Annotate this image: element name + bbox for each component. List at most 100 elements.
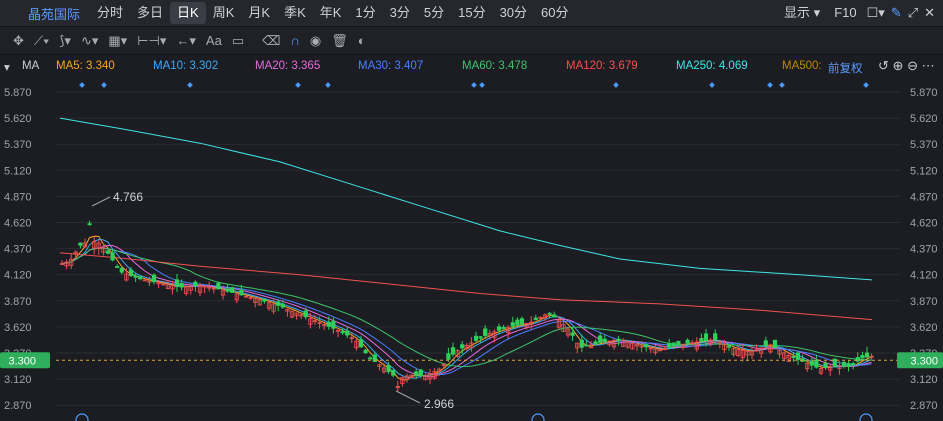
y-tick-label: 4.870 [4,191,32,203]
wave-tool-icon[interactable]: ∿▾ [76,33,103,49]
candle-body [496,326,502,331]
reset-icon[interactable]: ↺ [878,58,889,73]
y-tick-label: 4.870 [910,191,938,203]
candle-body [363,349,368,354]
f10-button[interactable]: F10 [827,2,863,24]
checkbox-icon[interactable]: ☐▾ [867,5,885,21]
ma-indicator-bar: ▾ MA MA5: 3.340 MA10: 3.302 MA20: 3.365 MA3… [0,55,943,78]
period-tab-3[interactable]: 周K [206,2,242,24]
period-tab-6[interactable]: 年K [313,2,349,24]
eye-icon[interactable]: ◉ [305,33,326,49]
event-marker-icon [101,82,107,88]
period-tab-8[interactable]: 3分 [383,2,417,24]
dividend-marker-icon [859,413,873,421]
magnet-icon[interactable]: ∩ [286,33,305,48]
candle-body [584,344,589,347]
period-tab-4[interactable]: 月K [241,2,277,24]
period-tab-10[interactable]: 15分 [451,2,492,24]
adjust-dropdown[interactable]: 前复权 [828,60,863,76]
y-tick-label: 3.870 [910,296,938,308]
close-icon[interactable]: ✕ [924,5,935,21]
event-marker-icon [613,82,619,88]
candle-body [667,342,672,348]
polyline-tool-icon[interactable]: ⟆▾ [54,33,76,49]
period-tab-1[interactable]: 多日 [130,2,170,24]
candle-body [280,303,285,308]
y-tick-label: 3.120 [4,374,32,386]
candle-body [570,332,575,336]
more-icon[interactable]: ⋯ [922,58,935,73]
period-tab-12[interactable]: 60分 [534,2,575,24]
candle-body [713,333,718,340]
candlesticks [59,220,874,392]
toggle-icon[interactable]: ◐ [353,33,371,48]
ma-legend-5: MA120: 3.679 [566,60,638,72]
expand-icon[interactable]: ⤢ [908,5,918,21]
candle-body [193,281,198,287]
low-pointer [395,390,421,404]
high-label: 4.766 [113,190,143,204]
candle-body [138,276,143,280]
candle-body [685,339,690,344]
event-marker-icon [79,82,85,88]
candle-body [533,317,538,321]
candle-body [119,267,124,273]
y-tick-label: 4.370 [910,244,938,256]
event-markers [75,82,873,421]
arrow-tool-icon[interactable]: ←▾ [171,33,201,49]
period-tab-7[interactable]: 1分 [348,2,382,24]
period-tab-9[interactable]: 5分 [417,2,451,24]
pen-icon[interactable]: ✎ [891,5,902,21]
y-tick-label: 5.120 [4,165,32,177]
candle-body [174,279,180,288]
collapse-icon[interactable]: ▾ [4,60,10,74]
eraser-icon[interactable]: ⌫ [257,33,285,49]
add-icon[interactable]: ⊕ [893,58,904,73]
period-tab-11[interactable]: 30分 [493,2,534,24]
candle-body [791,356,796,359]
y-tick-label: 4.120 [910,270,938,282]
ma250-line [59,117,873,281]
ma-line-0 [61,235,872,381]
high-pointer [91,196,111,207]
trash-icon[interactable]: 🗑 [326,33,353,49]
stock-name[interactable]: 晶苑国际 [0,4,90,23]
candle-body [823,362,828,368]
candle-body [216,282,221,290]
current-price-left: 3.300 [8,355,36,367]
candle-body [510,322,515,327]
gann-tool-icon[interactable]: ▦▾ [103,33,132,49]
candle-body [414,371,419,376]
y-tick-label: 2.870 [910,400,938,412]
ma-label: MA [22,60,40,72]
candle-body [547,312,552,315]
move-icon[interactable]: ✥ [8,33,29,49]
candle-body [230,287,235,293]
event-marker-icon [779,82,785,88]
y-tick-label: 5.870 [910,87,938,99]
candle-body [303,310,308,318]
candle-body [552,314,557,318]
candle-body [602,338,607,343]
candle-body [763,340,768,347]
period-tab-0[interactable]: 分时 [90,2,130,24]
period-tab-5[interactable]: 季K [277,2,313,24]
period-tab-2[interactable]: 日K [170,2,206,24]
remove-icon[interactable]: ⊖ [907,58,918,73]
ma-legend-6: MA250: 4.069 [676,60,748,72]
line-tool-icon[interactable]: ⟋▾ [29,33,54,49]
kline-chart[interactable]: 5.870 5.620 5.370 5.120 4.870 4.620 4.370 4.120… [0,78,943,421]
candle-body [386,365,391,372]
text-tool[interactable]: Aa [201,33,227,48]
current-price-right: 3.300 [910,355,938,367]
display-dropdown[interactable]: 显示 ▾ [777,2,827,24]
event-marker-icon [187,82,193,88]
candle-body [501,326,506,330]
ma-line-1 [61,238,872,379]
candle-body [331,320,336,329]
candle-body [851,363,856,365]
range-tool-icon[interactable]: ⊢⊣▾ [132,33,171,49]
dividend-marker-icon [531,413,545,421]
ma-line-3 [61,247,872,376]
comment-icon[interactable]: ▭ [227,33,249,49]
